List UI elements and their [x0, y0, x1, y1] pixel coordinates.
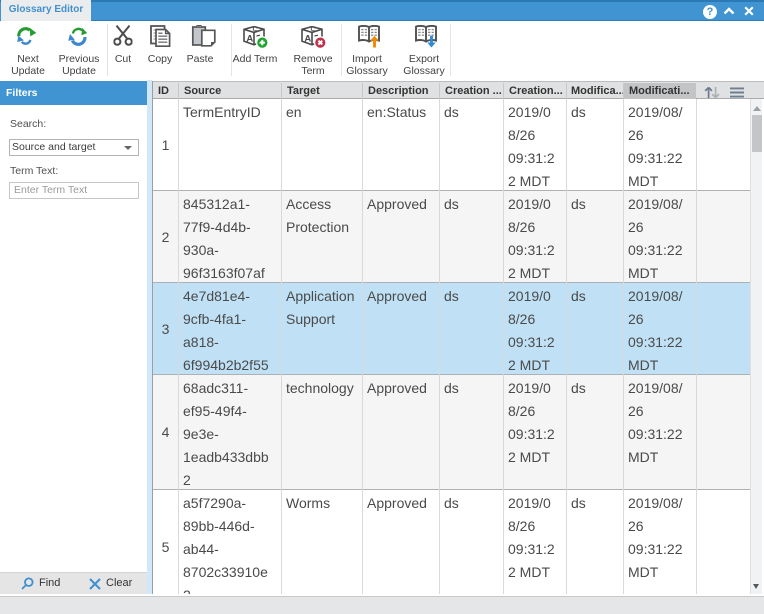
svg-text:A: A [246, 34, 253, 45]
svg-text:C: C [310, 26, 316, 34]
svg-text:C: C [252, 26, 258, 34]
svg-text:A: A [304, 34, 311, 45]
